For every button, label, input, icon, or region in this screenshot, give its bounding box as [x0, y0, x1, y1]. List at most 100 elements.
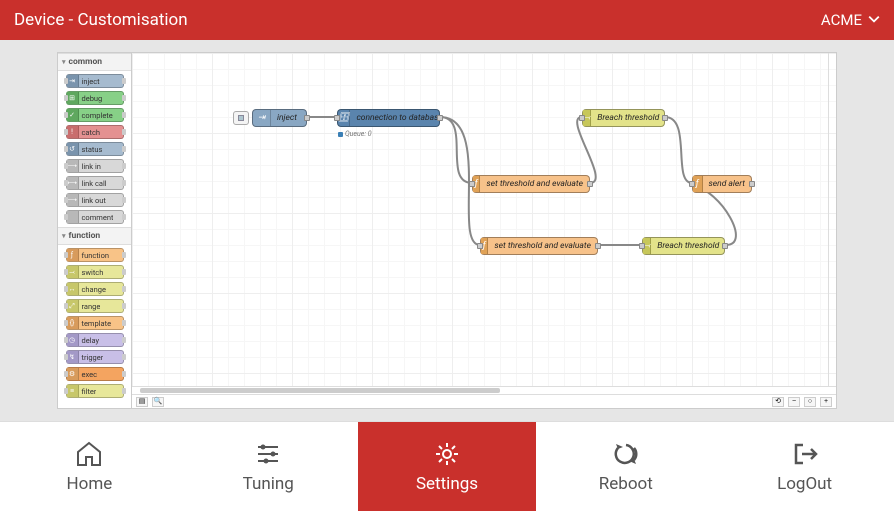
main-area: ▾common⇥inject⊞debug✓complete!catch↺stat…: [0, 40, 894, 421]
node-type-label: trigger: [79, 353, 104, 362]
node-type-icon: ⤙: [67, 266, 79, 278]
node-label: set threshold and evaluate: [480, 179, 589, 189]
nav-label: Tuning: [243, 474, 294, 494]
palette-node-trigger[interactable]: ↯trigger: [66, 350, 124, 364]
logout-icon: [791, 440, 819, 468]
node-type-label: inject: [79, 77, 100, 86]
node-type-label: link out: [79, 196, 106, 205]
node-type-icon: [67, 211, 79, 223]
palette-node-comment[interactable]: comment: [66, 210, 124, 224]
flow-canvas[interactable]: ⇥ inject 🗄 connection to database Queue:…: [132, 53, 836, 386]
palette-node-filter[interactable]: ≡filter: [66, 384, 124, 398]
palette-node-catch[interactable]: !catch: [66, 125, 124, 139]
palette-node-debug[interactable]: ⊞debug: [66, 91, 124, 105]
nav-reboot[interactable]: Reboot: [536, 422, 715, 511]
port-out[interactable]: [722, 243, 728, 249]
palette-section-header[interactable]: ▾common: [58, 53, 131, 71]
nav-label: LogOut: [777, 474, 832, 494]
palette-section-header[interactable]: ▾function: [58, 227, 131, 245]
node-type-label: function: [79, 251, 110, 260]
node-label: connection to database: [350, 113, 448, 123]
node-database[interactable]: 🗄 connection to database Queue: 0: [337, 109, 440, 127]
node-type-label: debug: [79, 94, 103, 103]
reboot-icon: [612, 440, 640, 468]
nav-settings[interactable]: Settings: [358, 422, 537, 511]
search-button[interactable]: 🔍: [152, 397, 164, 407]
node-type-label: filter: [79, 387, 97, 396]
node-type-label: status: [79, 145, 103, 154]
node-type-icon: ↺: [67, 143, 79, 155]
port-out[interactable]: [595, 243, 601, 249]
nav-label: Reboot: [599, 474, 653, 494]
palette-node-complete[interactable]: ✓complete: [66, 108, 124, 122]
node-palette: ▾common⇥inject⊞debug✓complete!catch↺stat…: [58, 53, 132, 408]
node-type-label: catch: [79, 128, 101, 137]
flow-editor: ▾common⇥inject⊞debug✓complete!catch↺stat…: [57, 52, 837, 409]
palette-section-items: ƒfunction ⤙switch ↔change ⤢range {}template ◷…: [58, 245, 131, 401]
chevron-down-icon: ▾: [62, 58, 66, 66]
node-type-label: comment: [79, 213, 114, 222]
zoom-in-button[interactable]: +: [820, 397, 832, 407]
node-type-icon: ⊞: [67, 92, 79, 104]
node-type-icon: ⟶: [67, 194, 79, 206]
zoom-reset-button[interactable]: ○: [804, 397, 816, 407]
home-icon: [75, 440, 103, 468]
inject-button[interactable]: [233, 111, 249, 125]
node-inject[interactable]: ⇥ inject: [252, 109, 307, 127]
node-type-label: exec: [79, 370, 98, 379]
port-in[interactable]: [639, 243, 645, 249]
nav-logout[interactable]: LogOut: [715, 422, 894, 511]
palette-node-inject[interactable]: ⇥inject: [66, 74, 124, 88]
node-breach-2[interactable]: ⤙ Breach threshold: [642, 237, 725, 255]
node-send-alert[interactable]: ƒ send alert: [692, 175, 752, 193]
nav-toggle-button[interactable]: ▤: [136, 397, 148, 407]
vertical-scrollbar[interactable]: [828, 53, 836, 386]
node-type-label: template: [79, 319, 112, 328]
bottom-nav: Home Tuning Settings Reboot LogOut: [0, 421, 894, 511]
node-type-icon: ƒ: [67, 249, 79, 261]
palette-section-items: ⇥inject⊞debug✓complete!catch↺status⟶link…: [58, 71, 131, 227]
node-threshold-2[interactable]: ƒ set threshold and evaluate: [480, 237, 598, 255]
settings-icon: [433, 440, 461, 468]
node-label: inject: [271, 113, 303, 123]
node-label: send alert: [703, 179, 751, 189]
port-out[interactable]: [749, 181, 755, 187]
tuning-icon: [254, 440, 282, 468]
port-out[interactable]: [304, 115, 310, 121]
chevron-down-icon: [868, 11, 880, 29]
nav-tuning[interactable]: Tuning: [179, 422, 358, 511]
node-threshold-1[interactable]: ƒ set threshold and evaluate: [472, 175, 590, 193]
horizontal-scrollbar[interactable]: [132, 386, 836, 394]
port-in[interactable]: [469, 181, 475, 187]
zoom-out-button[interactable]: −: [788, 397, 800, 407]
org-selector[interactable]: ACME: [821, 11, 880, 29]
palette-node-switch[interactable]: ⤙switch: [66, 265, 124, 279]
page-title: Device - Customisation: [14, 10, 188, 30]
node-type-icon: ◷: [67, 334, 79, 346]
palette-node-range[interactable]: ⤢range: [66, 299, 124, 313]
port-in[interactable]: [689, 181, 695, 187]
nav-home[interactable]: Home: [0, 422, 179, 511]
palette-node-function[interactable]: ƒfunction: [66, 248, 124, 262]
palette-node-delay[interactable]: ◷delay: [66, 333, 124, 347]
palette-node-change[interactable]: ↔change: [66, 282, 124, 296]
node-type-icon: !: [67, 126, 79, 138]
port-in[interactable]: [579, 115, 585, 121]
reset-view-button[interactable]: ⟲: [772, 397, 784, 407]
chevron-down-icon: ▾: [62, 232, 66, 240]
palette-node-link-out[interactable]: ⟶link out: [66, 193, 124, 207]
palette-node-link-call[interactable]: ⟷link call: [66, 176, 124, 190]
node-type-label: delay: [79, 336, 100, 345]
palette-node-status[interactable]: ↺status: [66, 142, 124, 156]
palette-node-template[interactable]: {}template: [66, 316, 124, 330]
node-breach-1[interactable]: ⤙ Breach threshold: [582, 109, 665, 127]
port-out[interactable]: [662, 115, 668, 121]
port-out[interactable]: [437, 115, 443, 121]
port-in[interactable]: [477, 243, 483, 249]
header-bar: Device - Customisation ACME: [0, 0, 894, 40]
palette-node-exec[interactable]: ⚙exec: [66, 367, 124, 381]
palette-node-link-in[interactable]: ⟶link in: [66, 159, 124, 173]
port-in[interactable]: [334, 115, 340, 121]
port-out[interactable]: [587, 181, 593, 187]
node-label: Breach threshold: [651, 241, 725, 251]
